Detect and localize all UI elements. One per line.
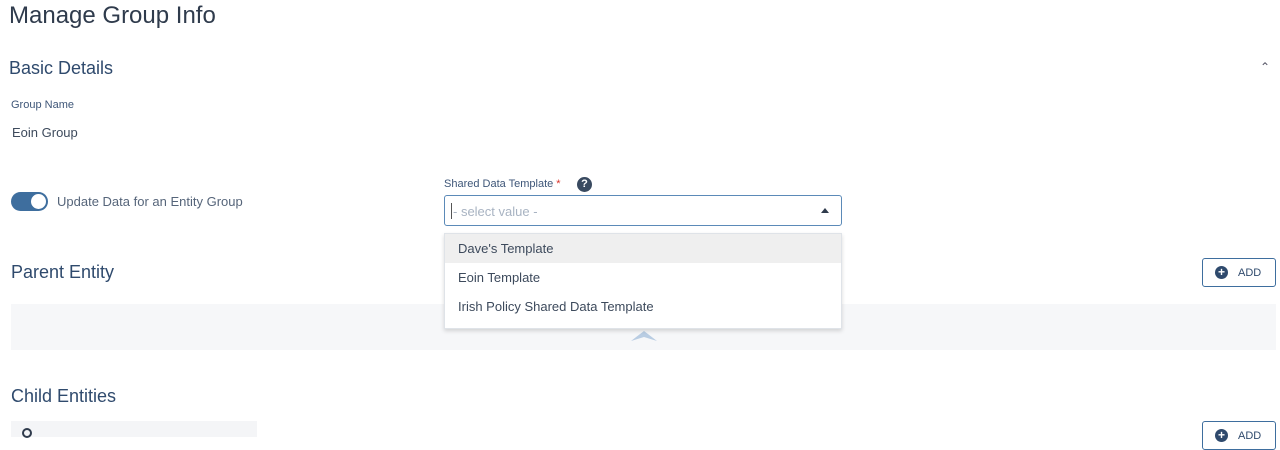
parent-entity-title: Parent Entity [11, 262, 115, 282]
page-title: Manage Group Info [9, 2, 216, 29]
question-circle-icon[interactable]: ? [577, 177, 592, 192]
add-parent-entity-button[interactable]: + ADD [1202, 258, 1276, 287]
child-entities-title: Child Entities [11, 386, 117, 406]
toggle-knob [31, 194, 46, 209]
group-name-value: Eoin Group [12, 125, 78, 140]
text-cursor [451, 203, 452, 219]
pin-icon [631, 331, 657, 341]
add-button-label: ADD [1238, 267, 1262, 279]
caret-up-icon[interactable] [821, 208, 829, 213]
shared-data-template-dropdown: Dave's Template Eoin Template Irish Poli… [444, 233, 842, 329]
chevron-up-icon[interactable]: ⌃ [1258, 60, 1272, 74]
shared-data-template-select[interactable]: - select value - [444, 195, 842, 226]
dropdown-option[interactable]: Eoin Template [445, 263, 841, 292]
dropdown-option[interactable]: Dave's Template [445, 234, 841, 263]
shared-data-template-label-text: Shared Data Template [444, 178, 554, 190]
entity-group-toggle[interactable] [11, 192, 48, 211]
required-marker: * [556, 178, 561, 190]
plus-circle-icon: + [1215, 266, 1228, 279]
shared-data-template-label: Shared Data Template * [444, 178, 561, 190]
dropdown-option[interactable]: Irish Policy Shared Data Template [445, 292, 841, 321]
basic-details-title: Basic Details [9, 58, 114, 78]
add-child-entity-button[interactable]: + ADD [1202, 421, 1276, 450]
add-button-label: ADD [1238, 430, 1262, 442]
child-search-input[interactable] [11, 421, 257, 437]
select-placeholder: - select value - [453, 204, 538, 219]
group-name-label: Group Name [11, 99, 74, 111]
entity-group-toggle-label: Update Data for an Entity Group [57, 194, 243, 209]
plus-circle-icon: + [1215, 429, 1228, 442]
